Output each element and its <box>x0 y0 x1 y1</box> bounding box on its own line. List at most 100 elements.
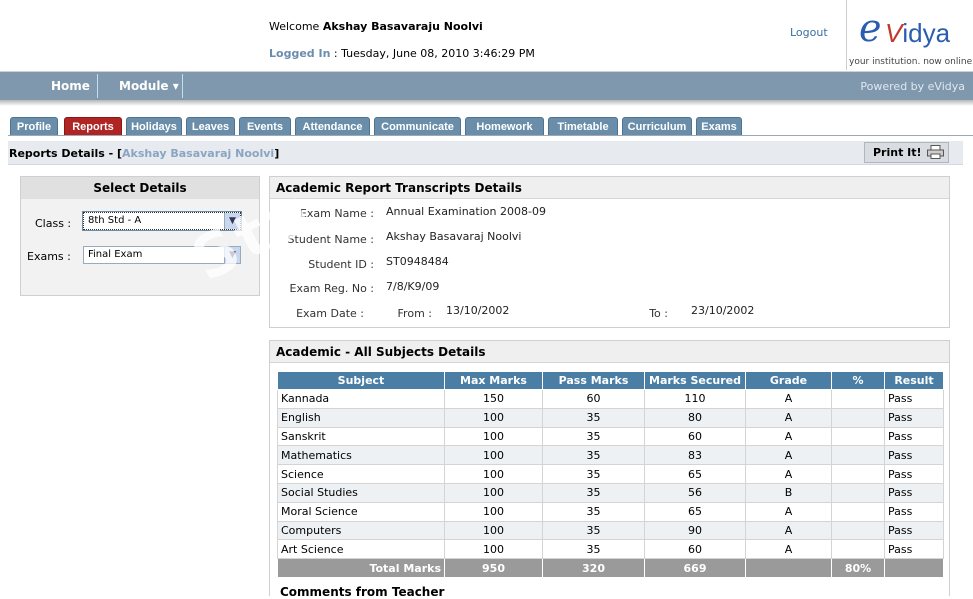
table-cell: 100 <box>444 501 543 522</box>
table-cell <box>831 407 885 428</box>
table-cell <box>831 520 885 541</box>
col-subject: Subject <box>277 371 445 390</box>
table-cell: A <box>745 464 832 484</box>
tab-underline <box>8 135 973 136</box>
exams-label: Exams : <box>27 250 71 263</box>
chevron-down-icon[interactable]: ▼ <box>224 213 240 229</box>
tab-exams[interactable]: Exams <box>696 117 742 135</box>
col-pass-marks: Pass Marks <box>542 371 645 390</box>
total-cell: 320 <box>542 558 645 578</box>
table-cell <box>831 445 885 466</box>
table-cell: 100 <box>444 520 543 541</box>
table-cell: 100 <box>444 464 543 484</box>
subjects-table: Subject Max Marks Pass Marks Marks Secur… <box>277 371 944 578</box>
table-cell: A <box>745 539 832 560</box>
logged-in-value: : Tuesday, June 08, 2010 3:46:29 PM <box>333 47 535 60</box>
table-row: Kannada 150 60 110 A Pass <box>277 389 944 409</box>
table-cell: Pass <box>884 539 944 560</box>
total-cell: 950 <box>444 558 543 578</box>
total-cell: 80% <box>831 558 885 578</box>
table-cell: 60 <box>644 426 746 447</box>
tab-leaves[interactable]: Leaves <box>186 117 235 135</box>
tab-attendance[interactable]: Attendance <box>295 117 370 135</box>
nav-separator <box>97 74 98 98</box>
class-select[interactable]: 8th Std - A ▼ <box>82 211 242 231</box>
table-cell: 35 <box>542 445 645 466</box>
logo-v: V <box>885 18 903 48</box>
table-cell: Pass <box>884 445 944 466</box>
nav-module-menu[interactable]: Module ▾ <box>119 79 179 93</box>
table-cell: 35 <box>542 407 645 428</box>
table-cell: 100 <box>444 482 543 503</box>
breadcrumb-student-name: Akshay Basavaraj Noolvi <box>122 147 275 160</box>
tab-profile[interactable]: Profile <box>10 117 58 135</box>
logo-tagline: your institution. now online! <box>849 57 973 67</box>
logo-e: e <box>859 6 882 50</box>
table-row: Moral Science 100 35 65 A Pass <box>277 501 944 522</box>
tab-holidays[interactable]: Holidays <box>126 117 182 135</box>
logged-in-label: Logged In <box>269 47 331 60</box>
breadcrumb-suffix: ] <box>274 147 280 160</box>
table-cell: 83 <box>644 445 746 466</box>
table-cell: 65 <box>644 501 746 522</box>
student-id-label: Student ID : <box>308 258 374 271</box>
exams-select-value: Final Exam <box>88 249 143 260</box>
table-cell: 60 <box>542 389 645 409</box>
table-cell <box>831 389 885 409</box>
table-cell <box>831 539 885 560</box>
table-cell: 35 <box>542 464 645 484</box>
student-name-label: Student Name : <box>287 233 374 246</box>
table-cell: Pass <box>884 407 944 428</box>
subjects-title: Academic - All Subjects Details <box>270 341 949 363</box>
tab-reports[interactable]: Reports <box>64 117 122 135</box>
table-cell: 65 <box>644 464 746 484</box>
tab-events[interactable]: Events <box>239 117 291 135</box>
tab-curriculum[interactable]: Curriculum <box>622 117 692 135</box>
table-cell: 100 <box>444 445 543 466</box>
table-cell: Pass <box>884 501 944 522</box>
user-name: Akshay Basavaraju Noolvi <box>322 20 483 33</box>
col-percent: % <box>831 371 885 390</box>
powered-by: Powered by eVidya <box>860 80 965 93</box>
header: Welcome Akshay Basavaraju Noolvi Logged … <box>0 0 973 72</box>
print-button[interactable]: Print It! <box>864 142 949 163</box>
total-cell: 669 <box>644 558 746 578</box>
table-cell: 56 <box>644 482 746 503</box>
table-cell: 35 <box>542 520 645 541</box>
to-label: To : <box>649 307 668 320</box>
nav-home[interactable]: Home <box>51 79 90 93</box>
to-date-value: 23/10/2002 <box>691 304 755 317</box>
nav-shadow <box>0 100 973 106</box>
main-nav: Home Module ▾ Powered by eVidya <box>0 72 973 100</box>
welcome-prefix: Welcome <box>269 20 320 33</box>
table-cell: B <box>745 482 832 503</box>
table-cell <box>831 426 885 447</box>
tab-timetable[interactable]: Timetable <box>548 117 618 135</box>
exams-select[interactable]: Final Exam ▼ <box>83 246 241 264</box>
from-label: From : <box>397 307 432 320</box>
print-label: Print It! <box>873 146 922 159</box>
table-cell: Pass <box>884 426 944 447</box>
table-row: Sanskrit 100 35 60 A Pass <box>277 426 944 447</box>
transcript-title: Academic Report Transcripts Details <box>270 177 949 199</box>
table-row: Art Science 100 35 60 A Pass <box>277 539 944 560</box>
chevron-down-icon[interactable]: ▼ <box>224 247 240 263</box>
col-max-marks: Max Marks <box>444 371 543 390</box>
table-cell: Mathematics <box>277 445 445 466</box>
table-cell: A <box>745 389 832 409</box>
total-row: Total Marks 950 320 669 80% <box>277 558 944 578</box>
select-details-title: Select Details <box>21 177 259 199</box>
student-id-value: ST0948484 <box>386 255 449 268</box>
table-cell: 60 <box>644 539 746 560</box>
table-row: Computers 100 35 90 A Pass <box>277 520 944 541</box>
table-row: Mathematics 100 35 83 A Pass <box>277 445 944 466</box>
table-cell: Sanskrit <box>277 426 445 447</box>
subjects-panel: Academic - All Subjects Details Subject … <box>269 340 950 599</box>
tab-homework[interactable]: Homework <box>465 117 544 135</box>
table-row: Social Studies 100 35 56 B Pass <box>277 482 944 503</box>
table-cell: Kannada <box>277 389 445 409</box>
welcome-text: Welcome Akshay Basavaraju Noolvi <box>269 20 483 33</box>
logout-link[interactable]: Logout <box>790 26 828 39</box>
tab-communicate[interactable]: Communicate <box>374 117 461 135</box>
breadcrumb: Reports Details - [Akshay Basavaraj Nool… <box>8 141 963 165</box>
